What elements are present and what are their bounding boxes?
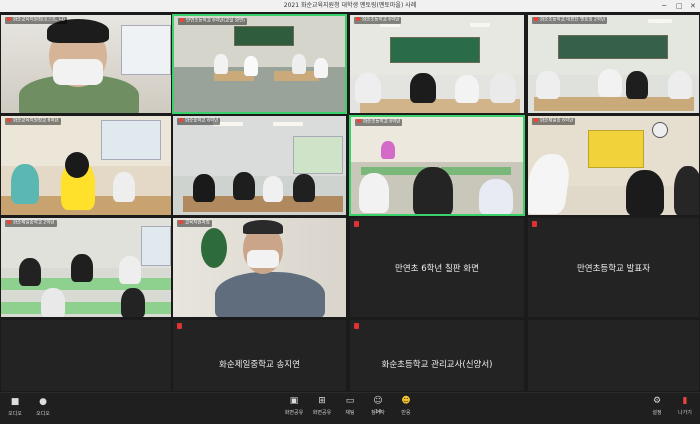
mic-off-icon bbox=[354, 323, 359, 329]
tile-label: 화순초등학교 대표단 멘토링 2학년 bbox=[532, 17, 608, 24]
tile-label: 화순제일중학교 2학년 bbox=[5, 220, 57, 227]
share-plus-icon: ⊞ bbox=[318, 396, 326, 406]
participant-name: 화순제일중학교 송지연 bbox=[219, 360, 300, 371]
maximize-button[interactable]: □ bbox=[676, 0, 683, 12]
video-grid: 화순교육지원청(호스트, 나) 만연초등학교 6학년(교실 화면) 화순초등학교… bbox=[0, 12, 700, 392]
video-tile-classroom-8[interactable]: 화순제일중학교 2학년 bbox=[0, 217, 172, 318]
video-tile-host[interactable]: 화순교육지원청(호스트, 나) bbox=[0, 14, 172, 114]
tile-label: 교육지원과장 bbox=[177, 220, 212, 227]
video-tile-empty bbox=[527, 319, 700, 392]
share-screen-icon: ▣ bbox=[289, 396, 299, 406]
video-tile-teacher[interactable]: 화순제일중학교 송지연 bbox=[172, 319, 347, 392]
leave-button[interactable]: ▮ 나가기 bbox=[668, 396, 700, 416]
mic-off-icon bbox=[532, 221, 537, 227]
camera-icon: ■ bbox=[10, 397, 20, 407]
window-titlebar: 2021 화순교육지원청 대학생 멘토링(멘토마을) 사례 bbox=[0, 0, 700, 12]
video-tile-presenter[interactable]: 만연초등학교 발표자 bbox=[527, 217, 700, 318]
video-tile-blackboard[interactable]: 만연초 6학년 칠판 화면 bbox=[349, 217, 525, 318]
tile-label: 화순중학교 6학년 bbox=[177, 118, 221, 125]
window-title: 2021 화순교육지원청 대학생 멘토링(멘토마을) 사례 bbox=[283, 2, 417, 9]
meeting-toolbar: ■ 오디오 ● 오디오 ▣ 화면공유 ⊞ 화면공유 ▭ 채팅 ☺14 참가자 ☻… bbox=[0, 392, 700, 424]
leave-icon: ▮ bbox=[682, 396, 688, 406]
tile-label: 화순초등학교 6학년 bbox=[355, 119, 403, 126]
emoji-icon: ☻ bbox=[401, 396, 411, 406]
participant-name: 만연초 6학년 칠판 화면 bbox=[395, 263, 479, 274]
video-tile-classroom-5[interactable]: 화순중학교 6학년 bbox=[172, 115, 347, 216]
participant-name: 만연초등학교 발표자 bbox=[576, 263, 651, 274]
video-toggle-button[interactable]: ■ 오디오 bbox=[2, 397, 28, 417]
video-tile-classroom-2[interactable]: 화순초등학교 6학년 bbox=[349, 14, 525, 114]
tile-label: 만연초등학교 6학년(교실 화면) bbox=[178, 18, 247, 25]
chat-icon: ▭ bbox=[345, 396, 355, 406]
video-tile-classroom-3[interactable]: 화순초등학교 대표단 멘토링 2학년 bbox=[527, 14, 700, 114]
video-tile-admin[interactable]: 화순초등학교 관리교사(신양서) bbox=[349, 319, 525, 392]
minimize-button[interactable]: ─ bbox=[662, 0, 666, 12]
reactions-button[interactable]: ☻ 반응 bbox=[389, 396, 423, 416]
gear-icon: ⚙ bbox=[652, 396, 662, 406]
video-tile-classroom-7[interactable]: 화순제일중 6학년 bbox=[527, 115, 700, 216]
mic-off-icon bbox=[354, 221, 359, 227]
video-tile-empty bbox=[0, 319, 172, 392]
video-tile-classroom-6[interactable]: 화순초등학교 6학년 bbox=[349, 115, 525, 216]
participants-icon: ☺14 bbox=[373, 396, 383, 415]
video-tile-classroom-4[interactable]: 화순교육지원청교 6학년 bbox=[0, 115, 172, 216]
tile-label: 화순초등학교 6학년 bbox=[354, 17, 402, 24]
mic-icon: ● bbox=[39, 397, 47, 407]
video-tile-director[interactable]: 교육지원과장 bbox=[172, 217, 347, 318]
video-tile-classroom-1[interactable]: 만연초등학교 6학년(교실 화면) bbox=[172, 14, 347, 114]
tile-label: 화순교육지원청(호스트, 나) bbox=[5, 17, 67, 24]
tile-label: 화순제일중 6학년 bbox=[532, 118, 576, 125]
mic-off-icon bbox=[177, 323, 182, 329]
close-button[interactable]: ✕ bbox=[690, 0, 696, 12]
participant-name: 화순초등학교 관리교사(신양서) bbox=[381, 360, 493, 371]
audio-toggle-button[interactable]: ● 오디오 bbox=[30, 397, 56, 417]
tile-label: 화순교육지원청교 6학년 bbox=[5, 118, 61, 125]
